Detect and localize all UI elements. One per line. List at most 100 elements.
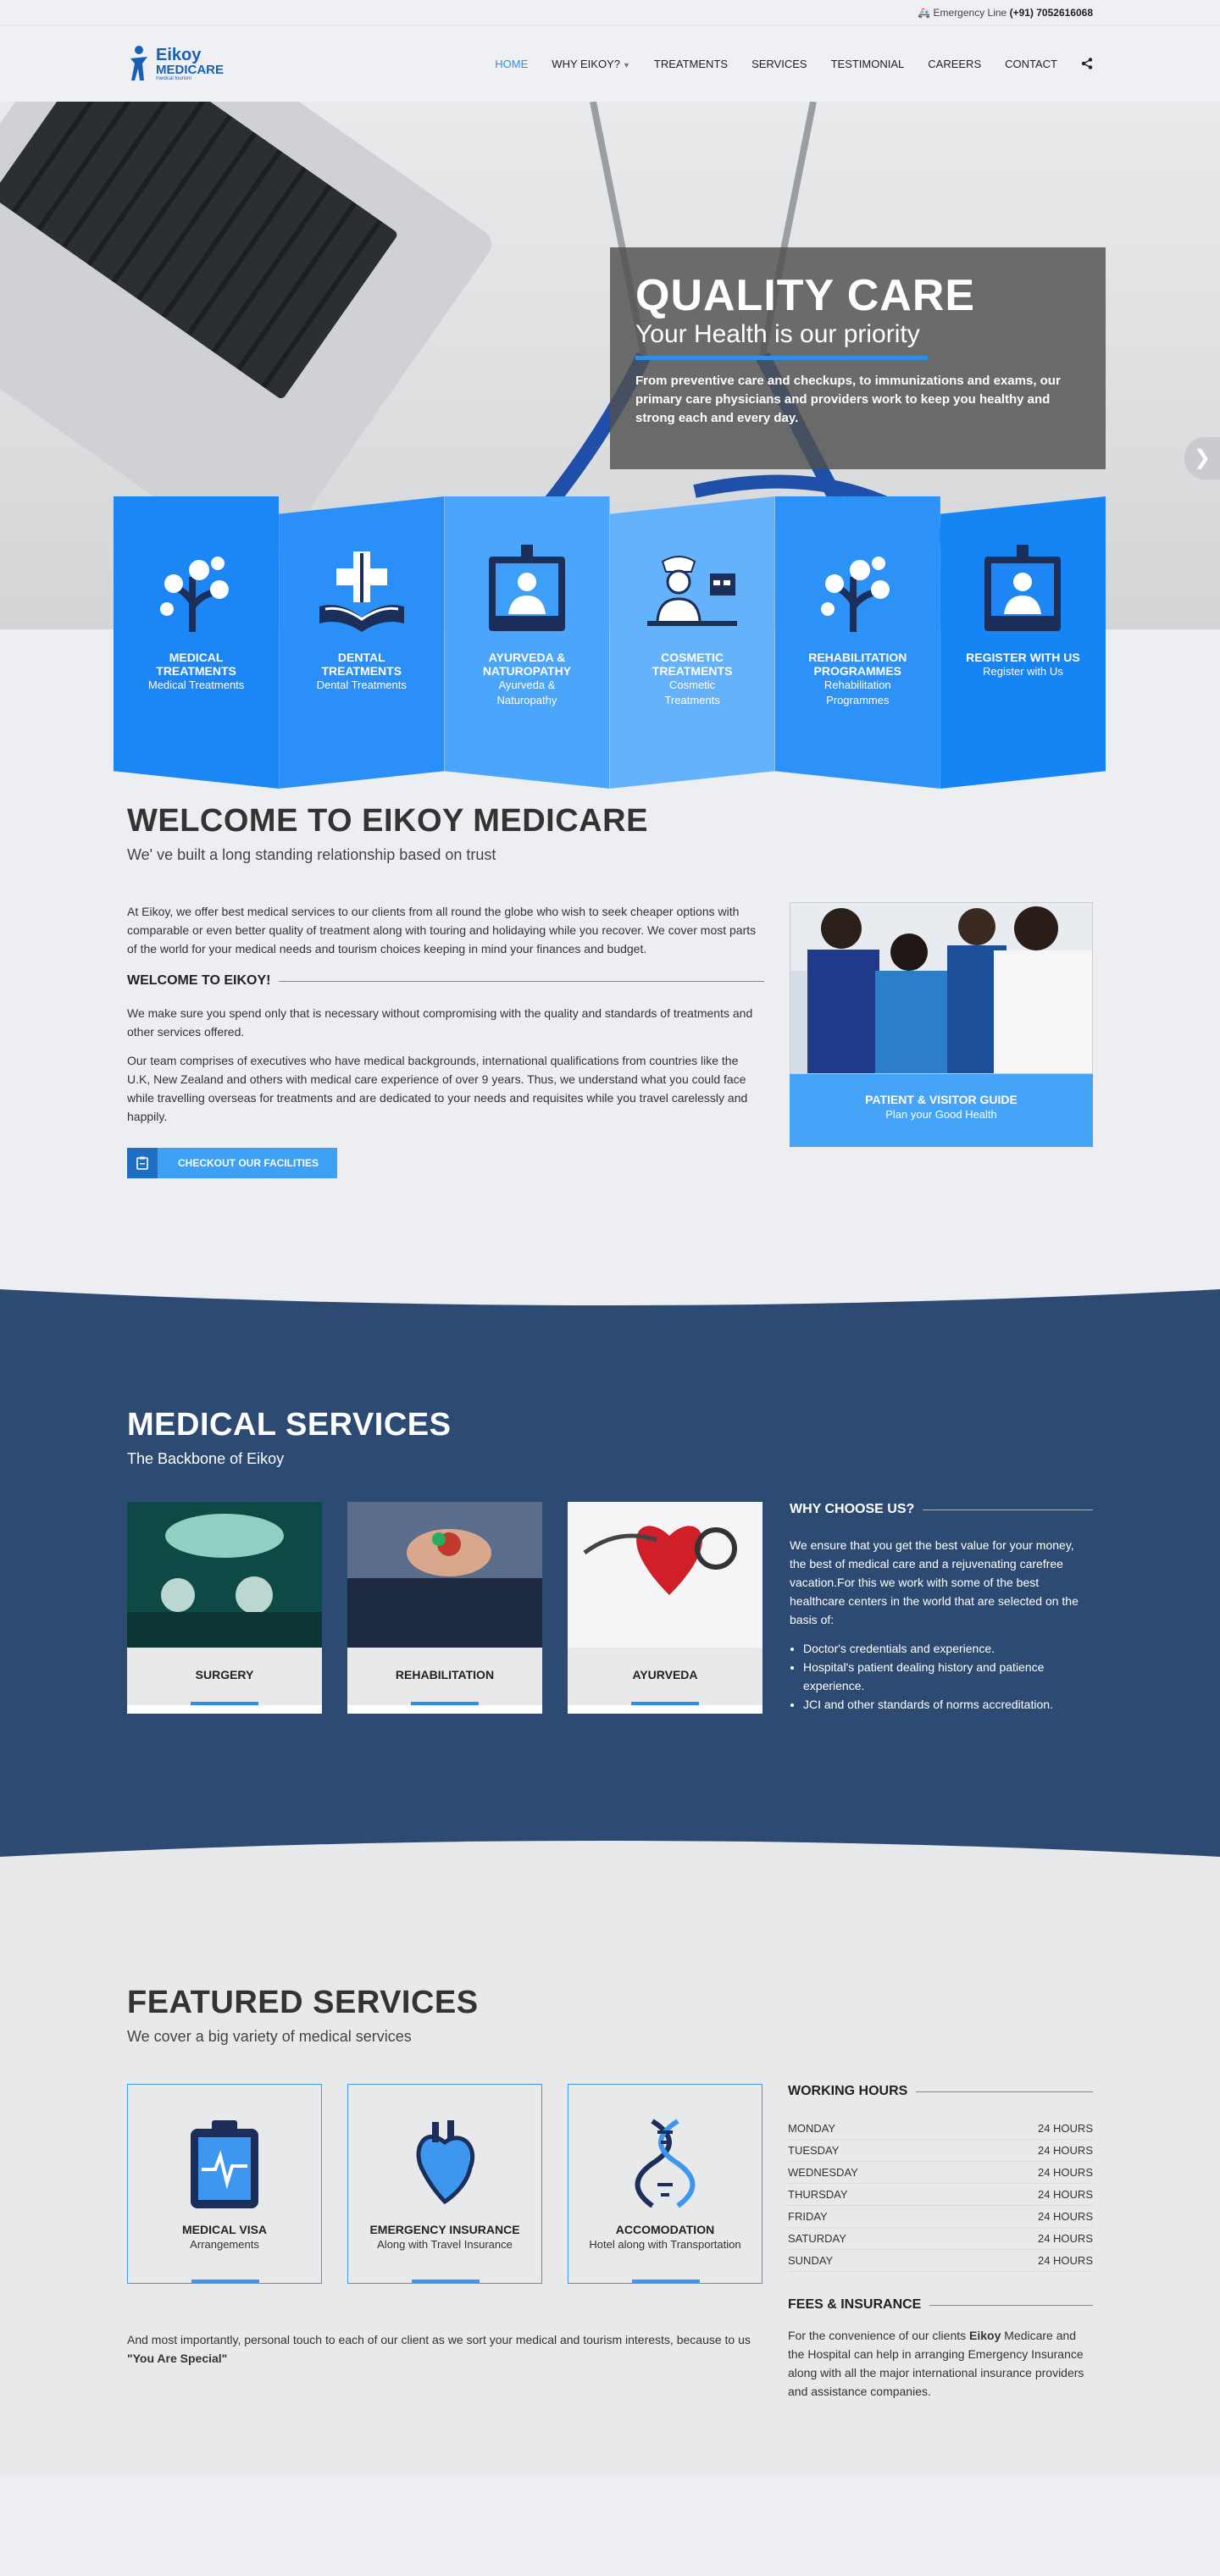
medical-book-icon bbox=[319, 551, 404, 632]
service-card-label: AYURVEDA bbox=[568, 1648, 762, 1705]
tile-sub: Ayurveda & Naturopathy bbox=[496, 679, 557, 706]
tile-medical-treatments[interactable]: MEDICAL TREATMENTS Medical Treatments bbox=[114, 496, 280, 789]
nav-careers[interactable]: CAREERS bbox=[928, 58, 981, 70]
chevron-down-icon: ▼ bbox=[622, 60, 630, 69]
nav-treatments[interactable]: TREATMENTS bbox=[654, 58, 728, 70]
service-card-ayurveda[interactable]: AYURVEDA bbox=[568, 1502, 762, 1714]
emergency-phone[interactable]: (+91) 7052616068 bbox=[1010, 7, 1093, 19]
card-title: ACCOMODATION bbox=[615, 2223, 715, 2236]
feature-tiles: MEDICAL TREATMENTS Medical Treatments DE… bbox=[114, 496, 1106, 789]
card-title: MEDICAL VISA bbox=[181, 2223, 268, 2236]
featured-subtitle: We cover a big variety of medical servic… bbox=[127, 2028, 412, 2045]
welcome-paragraph: We make sure you spend only that is nece… bbox=[127, 1006, 753, 1039]
table-row: SUNDAY 24 HOURS bbox=[788, 2250, 1093, 2272]
tile-ayurveda-naturopathy[interactable]: AYURVEDA & NATUROPATHY Ayurveda & Naturo… bbox=[444, 496, 610, 789]
table-row: SATURDAY 24 HOURS bbox=[788, 2228, 1093, 2250]
list-item: Doctor's credentials and experience. bbox=[803, 1639, 1093, 1658]
card-title: EMERGENCY INSURANCE bbox=[369, 2223, 520, 2236]
main-nav: HOME WHY EIKOY? ▼ TREATMENTS SERVICES TES… bbox=[495, 58, 1093, 70]
service-card-label: REHABILITATION bbox=[347, 1648, 542, 1705]
featured-card-emergency-insurance[interactable]: EMERGENCY INSURANCE Along with Travel In… bbox=[347, 2084, 542, 2284]
featured-note: And most importantly, personal touch to … bbox=[127, 2333, 751, 2365]
why-text: We ensure that you get the best value fo… bbox=[790, 1538, 1079, 1626]
logo-name: Eikoy bbox=[156, 45, 202, 64]
tile-title: DENTAL TREATMENTS bbox=[321, 651, 402, 678]
guide-sub: Plan your Good Health bbox=[885, 1108, 997, 1121]
welcome-title: WELCOME TO EIKOY MEDICARE bbox=[127, 803, 648, 839]
logo-medicare: MEDICARE bbox=[156, 62, 225, 77]
checkout-facilities-button[interactable]: CHECKOUT OUR FACILITIES bbox=[127, 1148, 338, 1178]
featured-card-accomodation[interactable]: ACCOMODATION Hotel along with Transporta… bbox=[568, 2084, 762, 2284]
list-item: JCI and other standards of norms accredi… bbox=[803, 1695, 1093, 1714]
featured-services-section: FEATURED SERVICES We cover a big variety… bbox=[0, 1858, 1220, 2477]
nav-testimonial[interactable]: TESTIMONIAL bbox=[831, 58, 905, 70]
nav-why-eikoy[interactable]: WHY EIKOY? ▼ bbox=[552, 58, 630, 70]
table-row: WEDNESDAY 24 HOURS bbox=[788, 2162, 1093, 2184]
list-item: Hospital's patient dealing history and p… bbox=[803, 1658, 1093, 1695]
why-choose-us: WHY CHOOSE US? We ensure that you get th… bbox=[788, 1502, 1093, 1714]
welcome-subheading: WELCOME TO EIKOY! bbox=[127, 972, 764, 990]
tile-cosmetic-treatments[interactable]: COSMETIC TREATMENTS Cosmetic Treatments bbox=[609, 496, 775, 789]
logo[interactable]: Eikoy MEDICARE medical tourism bbox=[127, 45, 224, 82]
top-bar: 🚑 Emergency Line (+91) 7052616068 bbox=[0, 0, 1220, 25]
hours-table: MONDAY 24 HOURS TUESDAY 24 HOURS WEDNESDAY… bbox=[788, 2118, 1093, 2272]
nav-home[interactable]: HOME bbox=[495, 58, 528, 70]
share-icon[interactable] bbox=[1081, 58, 1093, 69]
wave-bottom bbox=[0, 1841, 1220, 1859]
patient-visitor-guide-card[interactable]: PATIENT & VISITOR GUIDE Plan your Good H… bbox=[790, 1074, 1093, 1147]
card-sub: Arrangements bbox=[190, 2238, 259, 2251]
featured-title: FEATURED SERVICES bbox=[127, 1985, 479, 2020]
next-slide-arrow[interactable]: ❯ bbox=[1184, 437, 1220, 479]
tile-sub: Rehabilitation Programmes bbox=[824, 679, 891, 706]
emergency-label: Emergency Line bbox=[933, 7, 1007, 19]
nav-contact[interactable]: CONTACT bbox=[1005, 58, 1057, 70]
tile-dental-treatments[interactable]: DENTAL TREATMENTS Dental Treatments bbox=[279, 496, 445, 789]
service-card-label: SURGERY bbox=[127, 1648, 322, 1705]
tile-title: REGISTER WITH US bbox=[966, 651, 1080, 664]
services-title: MEDICAL SERVICES bbox=[127, 1407, 452, 1443]
table-row: FRIDAY 24 HOURS bbox=[788, 2206, 1093, 2228]
welcome-subtitle: We' ve built a long standing relationshi… bbox=[127, 846, 496, 863]
doctor-id-card-icon bbox=[488, 545, 565, 631]
fees-text: For the convenience of our clients Eikoy… bbox=[788, 2329, 1084, 2398]
tile-title: REHABILITATION PROGRAMMES bbox=[808, 651, 907, 678]
nav-services[interactable]: SERVICES bbox=[751, 58, 807, 70]
hero-subtitle: Your Health is our priority bbox=[635, 320, 920, 348]
welcome-paragraph: Our team comprises of executives who hav… bbox=[127, 1054, 748, 1123]
service-card-surgery[interactable]: SURGERY bbox=[127, 1502, 322, 1714]
service-card-rehabilitation[interactable]: REHABILITATION bbox=[347, 1502, 542, 1714]
surgery-image bbox=[127, 1502, 322, 1648]
table-row: MONDAY 24 HOURS bbox=[788, 2118, 1093, 2140]
working-hours-title: WORKING HOURS bbox=[788, 2084, 1093, 2099]
hero-description: From preventive care and checkups, to im… bbox=[635, 374, 1061, 425]
why-title: WHY CHOOSE US? bbox=[790, 1502, 1093, 1517]
medical-services-section: MEDICAL SERVICES The Backbone of Eikoy S… bbox=[0, 1288, 1220, 1859]
tile-sub: Dental Treatments bbox=[316, 679, 407, 691]
dna-icon bbox=[635, 2119, 696, 2208]
hero-divider bbox=[635, 356, 928, 360]
tile-sub: Register with Us bbox=[983, 665, 1063, 678]
table-row: THURSDAY 24 HOURS bbox=[788, 2184, 1093, 2206]
tile-sub: Medical Treatments bbox=[147, 679, 245, 691]
fees-title: FEES & INSURANCE bbox=[788, 2297, 1093, 2313]
ambulance-icon: 🚑 bbox=[918, 7, 931, 19]
tile-register-with-us[interactable]: REGISTER WITH US Register with Us bbox=[940, 496, 1106, 789]
guide-title: PATIENT & VISITOR GUIDE bbox=[865, 1093, 1018, 1106]
featured-card-medical-visa[interactable]: MEDICAL VISA Arrangements bbox=[127, 2084, 322, 2284]
why-list: Doctor's credentials and experience. Hos… bbox=[790, 1639, 1093, 1714]
fees-insurance: FEES & INSURANCE For the convenience of … bbox=[788, 2297, 1093, 2401]
tile-sub: Cosmetic Treatments bbox=[664, 679, 720, 706]
tile-rehabilitation-programmes[interactable]: REHABILITATION PROGRAMMES Rehabilitation… bbox=[774, 496, 940, 789]
tile-title: COSMETIC TREATMENTS bbox=[652, 651, 733, 678]
header: Eikoy MEDICARE medical tourism HOME WHY … bbox=[0, 25, 1220, 102]
clipboard-heartbeat-icon bbox=[191, 2120, 258, 2208]
card-sub: Hotel along with Transportation bbox=[589, 2238, 741, 2251]
heart-organ-icon bbox=[416, 2120, 475, 2205]
tree-gears-icon bbox=[821, 557, 890, 632]
welcome-paragraph: At Eikoy, we offer best medical services… bbox=[127, 905, 757, 956]
doctor-id-card-icon bbox=[984, 545, 1062, 631]
tree-gears-icon bbox=[159, 557, 229, 632]
hero-title: QUALITY CARE bbox=[635, 271, 976, 320]
table-row: TUESDAY 24 HOURS bbox=[788, 2140, 1093, 2162]
nurse-desk-icon bbox=[647, 556, 738, 626]
